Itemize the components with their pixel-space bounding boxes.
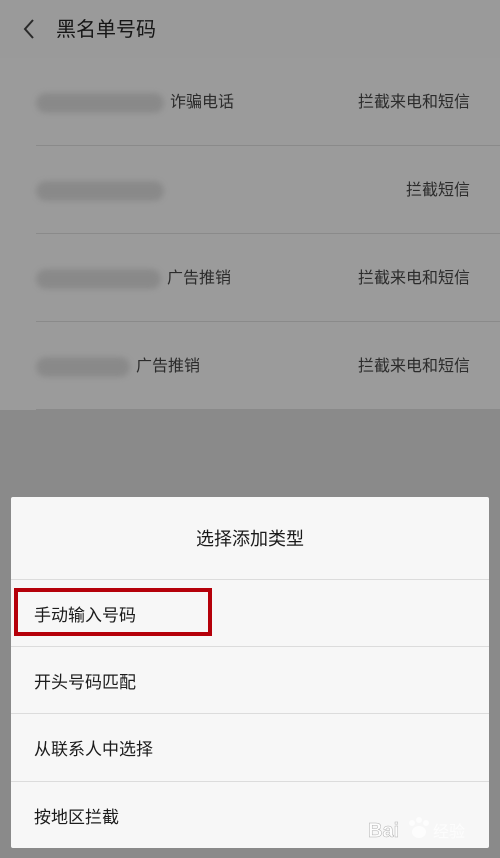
list-item-block-mode: 拦截来电和短信 bbox=[357, 92, 470, 111]
chevron-left-icon bbox=[23, 19, 34, 39]
list-item-label: 广告推销 bbox=[167, 268, 232, 287]
redacted-number bbox=[36, 269, 161, 289]
option-manual-input[interactable]: 手动输入号码 bbox=[11, 579, 489, 646]
blacklist-list: 诈骗电话 拦截来电和短信 拦截短信 广告推销 拦截来电和短信 广告推销 拦截来电… bbox=[0, 58, 500, 410]
redacted-number bbox=[36, 357, 130, 377]
option-label: 按地区拦截 bbox=[34, 807, 119, 828]
redacted-number bbox=[36, 93, 164, 113]
sheet-title: 选择添加类型 bbox=[196, 529, 304, 550]
add-type-sheet: 选择添加类型 手动输入号码 开头号码匹配 从联系人中选择 按地区拦截 bbox=[11, 497, 489, 848]
list-item[interactable]: 广告推销 拦截来电和短信 bbox=[0, 234, 500, 322]
list-item-label: 诈骗电话 bbox=[170, 92, 235, 111]
list-item-label: 广告推销 bbox=[136, 356, 201, 375]
option-label: 从联系人中选择 bbox=[34, 739, 153, 760]
option-prefix-match[interactable]: 开头号码匹配 bbox=[11, 646, 489, 713]
back-button[interactable] bbox=[14, 14, 44, 44]
page-title: 黑名单号码 bbox=[56, 17, 156, 41]
list-item-block-mode: 拦截来电和短信 bbox=[357, 356, 470, 375]
option-label: 手动输入号码 bbox=[34, 605, 136, 626]
list-item-block-mode: 拦截短信 bbox=[405, 180, 470, 199]
option-from-contacts[interactable]: 从联系人中选择 bbox=[11, 713, 489, 780]
list-item[interactable]: 拦截短信 bbox=[0, 146, 500, 234]
title-bar: 黑名单号码 bbox=[0, 0, 500, 58]
svg-text:经验: 经验 bbox=[433, 822, 465, 841]
list-item[interactable]: 诈骗电话 拦截来电和短信 bbox=[0, 58, 500, 146]
redacted-number bbox=[36, 181, 164, 201]
option-label: 开头号码匹配 bbox=[34, 672, 136, 693]
svg-text:Bai: Bai bbox=[368, 820, 399, 842]
paw-logo-icon: Bai 经验 bbox=[368, 817, 465, 842]
list-item[interactable]: 广告推销 拦截来电和短信 bbox=[0, 322, 500, 410]
list-item-block-mode: 拦截来电和短信 bbox=[357, 268, 470, 287]
baidu-jingyan-watermark: Bai 经验 bbox=[366, 814, 476, 844]
